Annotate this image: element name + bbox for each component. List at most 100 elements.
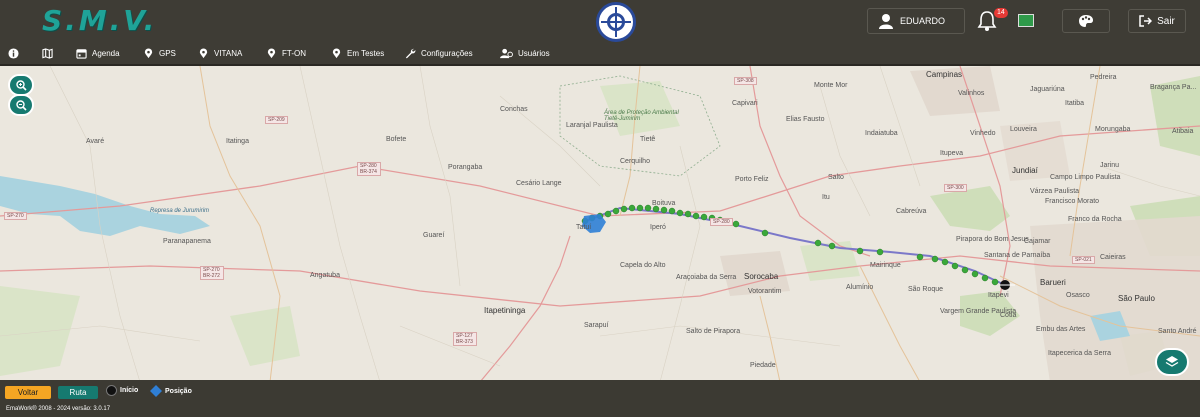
city-label: Guareí: [423, 232, 445, 239]
nav-gps[interactable]: GPS: [143, 46, 176, 60]
city-label: Louveira: [1010, 126, 1037, 133]
city-label: Vinhedo: [970, 130, 996, 137]
city-label: Santo André: [1158, 328, 1197, 335]
city-label: Piedade: [750, 362, 776, 369]
nav-vitana[interactable]: VITANA: [198, 46, 242, 60]
city-label: Cesário Lange: [516, 180, 562, 187]
city-label: Itatiba: [1065, 100, 1085, 107]
city-label: Várzea Paulista: [1030, 188, 1080, 195]
voltar-button[interactable]: Voltar: [5, 386, 51, 399]
nav-em-testes[interactable]: Em Testes: [331, 46, 384, 60]
users-icon: [500, 48, 513, 58]
city-label: Itapetininga: [484, 306, 526, 315]
city-label: Atibaia: [1172, 128, 1194, 135]
location-pin-icon: [267, 47, 276, 58]
nav-configuracoes[interactable]: Configurações: [405, 46, 473, 60]
city-label: Cabreúva: [896, 208, 927, 215]
city-label: Campo Limpo Paulista: [1050, 174, 1121, 181]
map-icon: [42, 47, 53, 59]
road-shield: SP-308: [734, 77, 757, 85]
city-label: Pedreira: [1090, 74, 1117, 81]
location-pin-icon: [332, 47, 341, 58]
app-logo[interactable]: S.M.V.: [42, 4, 157, 37]
city-label: Mairinque: [870, 262, 901, 269]
main-nav: Agenda GPS VITANA FT-ON Em Testes Config…: [0, 42, 1200, 64]
layers-icon: [1165, 356, 1179, 367]
spreadsheet-icon[interactable]: [1018, 14, 1034, 27]
layers-button[interactable]: [1155, 348, 1189, 376]
zoom-out-icon: [15, 99, 27, 111]
city-label: Avaré: [86, 138, 105, 145]
zoom-out-button[interactable]: [8, 94, 34, 116]
city-label: Santana de Parnaíba: [984, 252, 1051, 259]
start-marker-icon: [106, 385, 117, 396]
city-label: Tatuí: [576, 224, 592, 231]
city-label: Elias Fausto: [786, 116, 825, 123]
footer-version: EmaWork® 2008 - 2024 versão: 3.0.17: [6, 406, 111, 412]
city-label: Sarapuí: [584, 322, 609, 329]
city-label: Valinhos: [958, 90, 985, 97]
road-shield: SP-209: [265, 116, 288, 124]
city-label: São Roque: [908, 286, 944, 293]
palette-icon: [1079, 15, 1093, 27]
nav-agenda[interactable]: Agenda: [76, 46, 120, 60]
city-label: Paranapanema: [163, 238, 211, 245]
theme-palette-button[interactable]: [1062, 9, 1110, 33]
city-label: Embu das Artes: [1036, 326, 1086, 333]
logout-icon: [1139, 15, 1153, 27]
map-view[interactable]: Campinas Valinhos Itatiba Bragança Pa...…: [0, 64, 1200, 380]
city-label: Salto de Pirapora: [686, 328, 741, 335]
city-label: Araçoiaba da Serra: [676, 274, 737, 281]
city-label: Porangaba: [448, 164, 483, 171]
zoom-in-icon: [15, 79, 27, 91]
city-label: Boituva: [652, 200, 676, 207]
logout-label: Sair: [1157, 15, 1175, 27]
city-label: Vargem Grande Paulista: [940, 308, 1017, 315]
zoom-in-button[interactable]: [8, 74, 34, 96]
map-base-layer: [0, 66, 1200, 380]
city-label: Iperó: [650, 224, 666, 231]
road-shield: SP-280: [710, 218, 733, 226]
city-label: Votorantim: [748, 288, 782, 295]
city-label: Indaiatuba: [865, 130, 898, 137]
road-shield: SP-127 BR-373: [453, 332, 477, 346]
city-label: Angatuba: [310, 272, 340, 279]
nav-info[interactable]: [8, 46, 24, 60]
road-shield: SP-270: [4, 212, 27, 220]
city-label: Itapecerica da Serra: [1048, 350, 1112, 357]
ruta-button[interactable]: Ruta: [58, 386, 98, 399]
location-pin-icon: [144, 47, 153, 58]
city-label: Barueri: [1040, 278, 1066, 287]
city-label: Alumínio: [846, 284, 874, 291]
city-label: Tietê: [640, 136, 656, 143]
city-label: Pirapora do Bom Jesus: [956, 236, 1029, 243]
brand-emblem-icon: [596, 2, 636, 42]
app-header: S.M.V. EDUARDO 14 Sair: [0, 0, 1200, 42]
city-label: Monte Mor: [814, 82, 848, 89]
calendar-icon: [76, 48, 87, 59]
city-label: Jundiaí: [1012, 166, 1038, 175]
city-label: Itatinga: [226, 138, 249, 145]
nav-map[interactable]: [42, 46, 58, 60]
wrench-icon: [405, 48, 416, 58]
city-label: São Paulo: [1118, 294, 1155, 303]
city-label: Capivari: [732, 100, 758, 107]
nav-usuarios[interactable]: Usuários: [500, 46, 550, 60]
city-label: Conchas: [500, 106, 528, 113]
road-shield: SP-280 BR-374: [357, 162, 381, 176]
protected-area-label: Área de Proteção Ambiental Tietê-Jumirim: [604, 110, 679, 122]
road-shield: SP-021: [1072, 256, 1095, 264]
city-label: Caieiras: [1100, 254, 1126, 261]
bottom-bar: Voltar Ruta Início Posição EmaWork® 2008…: [0, 382, 1200, 417]
city-label: Itapevi: [988, 292, 1009, 299]
user-menu-button[interactable]: EDUARDO: [867, 8, 965, 34]
city-label: Itupeva: [940, 150, 963, 157]
logout-button[interactable]: Sair: [1128, 9, 1186, 33]
city-label: Jaguariúna: [1030, 86, 1065, 93]
location-pin-icon: [199, 47, 208, 58]
city-label: Itu: [822, 194, 830, 201]
city-label: Franco da Rocha: [1068, 216, 1122, 223]
nav-ft-on[interactable]: FT-ON: [266, 46, 306, 60]
city-label: Salto: [828, 174, 844, 181]
legend-start: Início: [106, 385, 138, 396]
